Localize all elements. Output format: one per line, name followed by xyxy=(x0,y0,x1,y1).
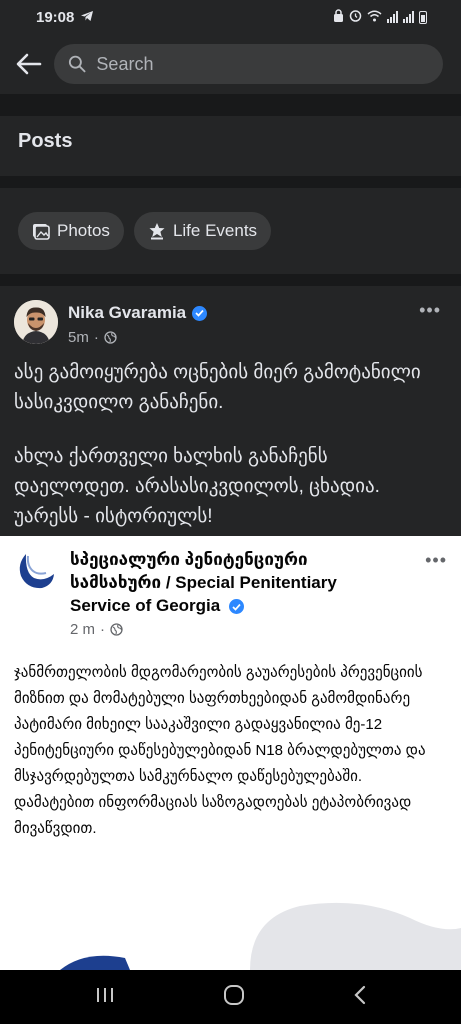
top-bar xyxy=(0,34,461,94)
shared-post-image[interactable] xyxy=(0,898,461,970)
post-author[interactable]: Nika Gvaramia xyxy=(68,303,186,323)
signal-2-icon xyxy=(403,11,414,23)
status-bar: 19:08 xyxy=(0,0,461,34)
post-more-options-icon[interactable]: ••• xyxy=(419,300,441,321)
home-icon[interactable] xyxy=(223,984,245,1011)
android-navigation-bar xyxy=(0,970,461,1024)
shared-post-time[interactable]: 2 m xyxy=(70,621,95,638)
life-events-filter-label: Life Events xyxy=(172,221,258,240)
arrow-left-icon xyxy=(16,53,42,75)
wifi-icon xyxy=(367,10,382,25)
post-time[interactable]: 5m xyxy=(68,329,89,346)
photos-icon xyxy=(33,224,50,240)
shared-post-author[interactable]: სპეციალური პენიტენციური სამსახური / Spec… xyxy=(70,550,337,615)
photos-filter-label: Photos xyxy=(57,221,110,240)
post: Nika Gvaramia 5m · ••• ასე გამოიყურება ო… xyxy=(0,286,461,898)
shared-verified-badge-icon xyxy=(228,599,244,615)
post-header: Nika Gvaramia 5m · xyxy=(14,300,208,346)
post-text-paragraph-2: ახლა ქართველი ხალხის განაჩენს დაელოდეთ. … xyxy=(14,446,380,527)
posts-header: Posts xyxy=(0,116,461,176)
life-events-icon xyxy=(149,223,165,240)
shared-post-text: ჯანმრთელობის მდგომარეობის გაუარესების პრ… xyxy=(14,664,426,837)
search-input[interactable] xyxy=(96,53,429,75)
back-button[interactable] xyxy=(12,47,46,81)
avatar[interactable] xyxy=(14,300,58,344)
shared-post-header: სპეციალური პენიტენციური სამსახური / Spec… xyxy=(14,548,390,638)
search-bar[interactable] xyxy=(54,44,443,84)
lock-icon xyxy=(333,9,344,25)
battery-icon xyxy=(419,10,427,24)
recent-apps-icon[interactable] xyxy=(94,986,116,1009)
status-time: 19:08 xyxy=(36,8,75,26)
verified-badge-icon xyxy=(192,305,208,321)
globe-icon xyxy=(104,331,117,344)
back-nav-icon[interactable] xyxy=(353,985,367,1010)
alarm-icon xyxy=(349,9,362,25)
telegram-icon xyxy=(80,9,94,26)
post-text-paragraph-1: ასე გამოიყურება ოცნების მიერ გამოტანილი … xyxy=(14,362,421,413)
shared-post-more-options-icon[interactable]: ••• xyxy=(425,550,447,571)
shared-post[interactable]: სპეციალური პენიტენციური სამსახური / Spec… xyxy=(0,536,461,898)
shared-globe-icon xyxy=(110,623,123,636)
post-text: ასე გამოიყურება ოცნების მიერ გამოტანილი … xyxy=(14,358,444,556)
shared-author-logo[interactable] xyxy=(14,548,58,592)
signal-icon xyxy=(387,11,398,23)
life-events-filter-button[interactable]: Life Events xyxy=(133,212,272,250)
photos-filter-button[interactable]: Photos xyxy=(18,212,124,250)
post-filters: Photos Life Events xyxy=(0,188,461,274)
posts-title: Posts xyxy=(18,130,73,152)
search-icon xyxy=(68,55,86,73)
